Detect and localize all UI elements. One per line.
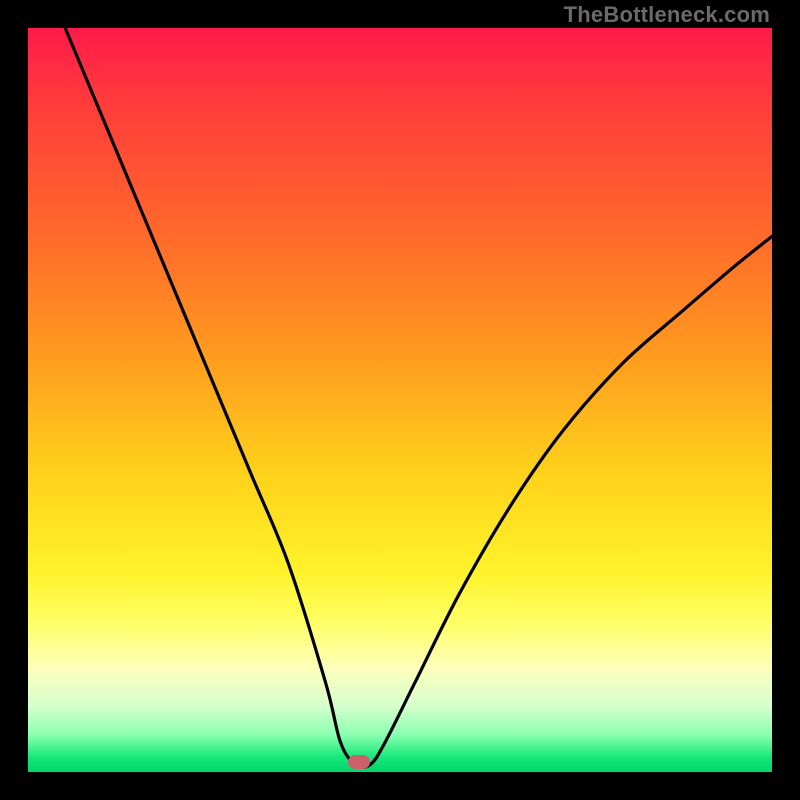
chart-frame: TheBottleneck.com — [0, 0, 800, 800]
curve-path — [65, 28, 772, 767]
watermark-text: TheBottleneck.com — [564, 2, 770, 28]
optimum-marker — [348, 755, 370, 769]
bottleneck-curve — [28, 28, 772, 772]
plot-area — [28, 28, 772, 772]
